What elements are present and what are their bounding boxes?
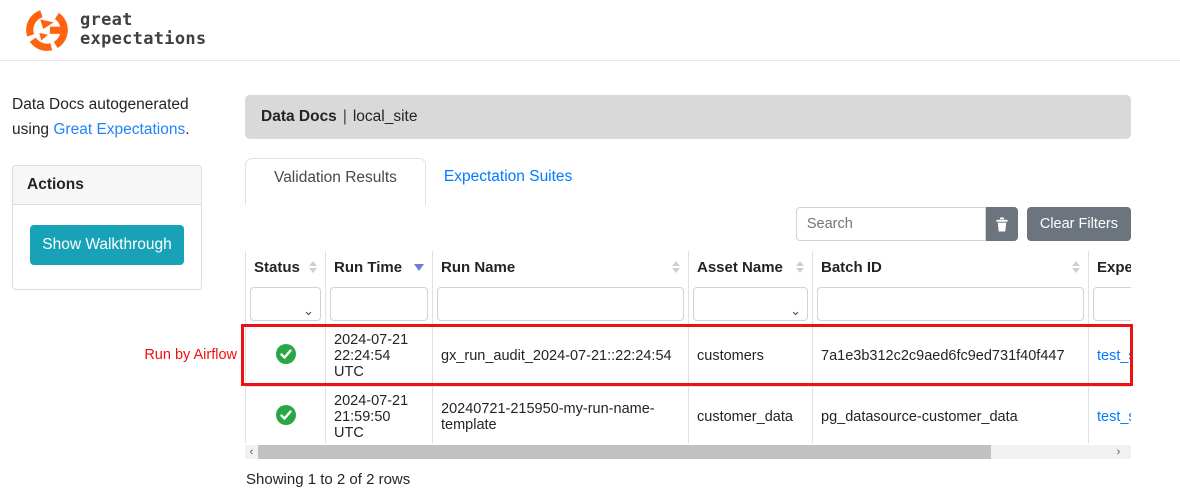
asset-name-cell: customer_data [689,387,813,444]
sort-icon[interactable] [1072,261,1080,273]
success-check-icon [276,405,296,425]
page: great expectations Data Docs autogenerat… [0,0,1180,498]
table-row[interactable]: 2024-07-21 22:24:54 UTC gx_run_audit_202… [246,326,1132,387]
results-table-container: Status Run Time Run Name Asset Name Batc… [245,251,1131,443]
actions-panel-title: Actions [13,166,201,205]
batch-id-cell: pg_datasource-customer_data [813,387,1089,444]
column-header-expectation-suite[interactable]: Expectation Suite [1089,251,1132,283]
tab-validation-results[interactable]: Validation Results [245,158,426,205]
batch-id-cell: 7a1e3b312c2c9aed6fc9ed731f40f447 [813,326,1089,387]
site-name: local_site [353,108,418,126]
brand-line2: expectations [80,30,206,49]
column-header-run-time[interactable]: Run Time [326,251,433,283]
asset-name-cell: customers [689,326,813,387]
run-by-airflow-annotation: Run by Airflow [0,347,237,363]
run-time-cell: 2024-07-21 21:59:50 UTC [326,387,433,444]
title-separator: | [343,108,347,126]
row-count-status: Showing 1 to 2 of 2 rows [246,471,410,488]
status-filter-select[interactable] [250,287,321,321]
table-toolbar: Clear Filters [796,207,1131,241]
expectation-suite-filter-input[interactable] [1093,287,1131,321]
run-name-cell: 20240721-215950-my-run-name-template [433,387,689,444]
status-cell [246,326,326,387]
expectation-suite-link[interactable]: test_suite [1097,409,1131,425]
column-header-run-name[interactable]: Run Name [433,251,689,283]
search-group [796,207,1018,241]
main-content: Data Docs | local_site Validation Result… [245,95,1131,498]
filter-row: ⌄ ⌄ [246,283,1132,326]
run-time-filter-input[interactable] [330,287,428,321]
validation-results-table: Status Run Time Run Name Asset Name Batc… [245,251,1131,443]
great-expectations-logo-icon [24,7,70,53]
autogenerated-note: Data Docs autogenerated using Great Expe… [12,93,227,143]
great-expectations-logo[interactable]: great expectations [24,7,206,53]
data-docs-title: Data Docs [261,108,337,126]
scrollbar-thumb[interactable] [258,445,991,459]
run-name-cell: gx_run_audit_2024-07-21::22:24:54 [433,326,689,387]
sort-icon[interactable] [672,261,680,273]
horizontal-scrollbar[interactable]: ‹ › [245,445,1131,459]
clear-search-button[interactable] [986,207,1018,241]
expectation-suite-cell: test_suite [1089,326,1132,387]
tab-bar: Validation Results Expectation Suites [245,158,590,200]
run-name-filter-input[interactable] [437,287,684,321]
status-cell [246,387,326,444]
batch-id-filter-input[interactable] [817,287,1084,321]
brand-wordmark: great expectations [80,11,206,49]
header-row: Status Run Time Run Name Asset Name Batc… [246,251,1132,283]
run-time-cell: 2024-07-21 22:24:54 UTC [326,326,433,387]
column-header-status[interactable]: Status [246,251,326,283]
actions-panel-body: Show Walkthrough [13,205,201,289]
table-row[interactable]: 2024-07-21 21:59:50 UTC 20240721-215950-… [246,387,1132,444]
column-header-asset-name[interactable]: Asset Name [689,251,813,283]
expectation-suite-cell: test_suite [1089,387,1132,444]
note-suffix: . [185,121,189,138]
trash-icon [995,217,1009,232]
column-header-batch-id[interactable]: Batch ID [813,251,1089,283]
clear-filters-button[interactable]: Clear Filters [1027,207,1131,241]
scrollbar-right-arrow-icon[interactable]: › [1112,445,1125,459]
sort-icon[interactable] [309,261,317,273]
sort-icon[interactable] [796,261,804,273]
great-expectations-link[interactable]: Great Expectations [53,121,185,138]
show-walkthrough-button[interactable]: Show Walkthrough [30,225,184,265]
top-header-bar: great expectations [0,0,1180,61]
tab-expectation-suites[interactable]: Expectation Suites [426,158,590,200]
expectation-suite-link[interactable]: test_suite [1097,348,1131,364]
success-check-icon [276,344,296,364]
actions-panel: Actions Show Walkthrough [12,165,202,290]
scrollbar-left-arrow-icon[interactable]: ‹ [245,445,258,459]
data-docs-header-bar: Data Docs | local_site [245,95,1131,139]
brand-line1: great [80,11,206,30]
sort-desc-icon[interactable] [414,264,424,271]
search-input[interactable] [796,207,986,241]
asset-name-filter-select[interactable] [693,287,808,321]
